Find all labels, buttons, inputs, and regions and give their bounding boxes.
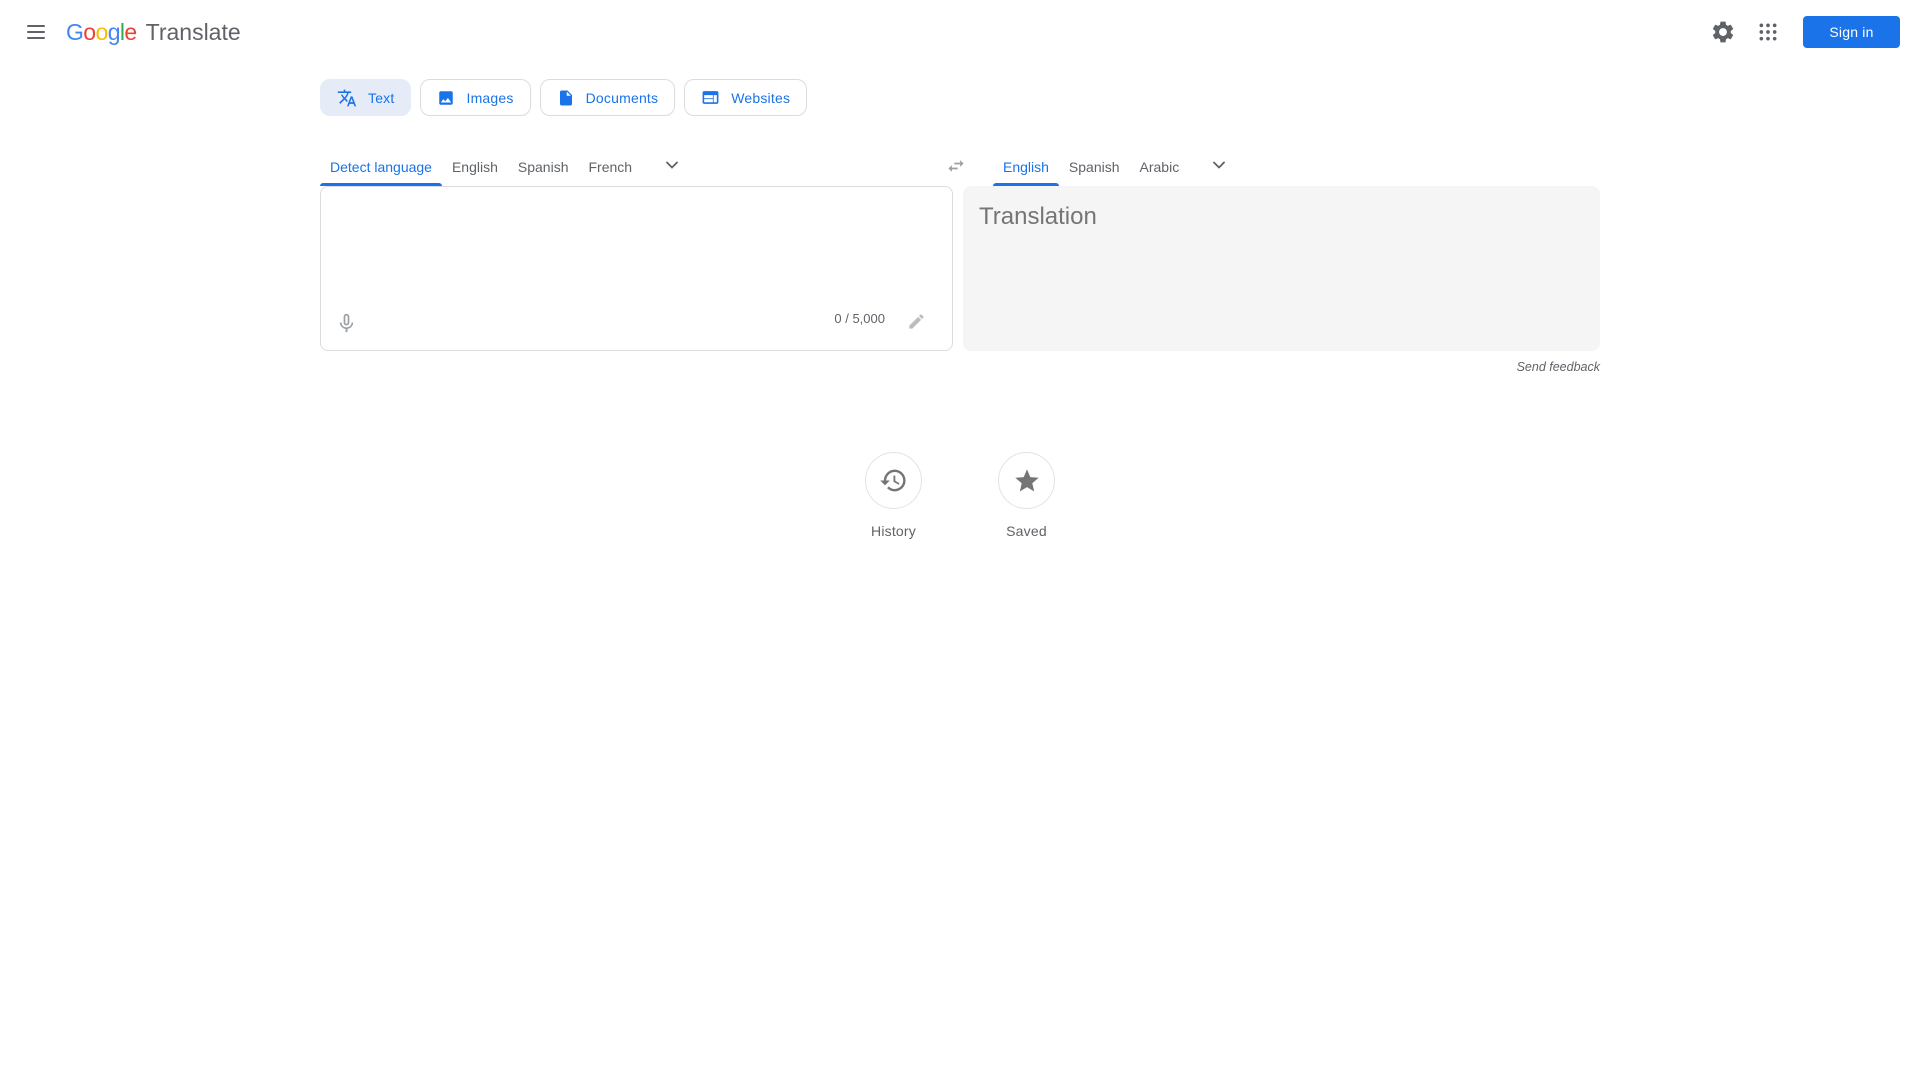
swap-languages-icon[interactable] <box>942 152 970 180</box>
translate-icon <box>337 89 357 106</box>
logo-letter: g <box>107 18 121 45</box>
microphone-icon[interactable] <box>332 309 360 337</box>
translation-placeholder: Translation <box>979 203 1097 230</box>
saved-label: Saved <box>1006 523 1047 539</box>
logo-letter: G <box>66 18 84 45</box>
star-icon <box>1014 468 1039 491</box>
history-circle <box>865 452 922 509</box>
translation-panels: 0 / 5,000 Translation <box>320 186 1600 351</box>
source-text-input[interactable] <box>338 199 883 294</box>
tab-label: Images <box>466 89 514 106</box>
tab-label: Text <box>368 89 395 106</box>
tab-label: Websites <box>731 89 791 106</box>
logo-product-name: Translate <box>145 18 241 45</box>
google-translate-logo[interactable]: G o o g l e Translate <box>66 19 241 46</box>
saved-button[interactable]: Saved <box>987 452 1067 539</box>
image-icon <box>439 90 454 105</box>
mode-tabs: Text Images Documents Websites <box>320 79 1600 116</box>
sign-in-button[interactable]: Sign in <box>1803 16 1900 48</box>
top-app-bar: G o o g l e Translate Sign in <box>0 0 1920 64</box>
tab-label: Documents <box>585 89 659 106</box>
source-lang-french[interactable]: French <box>578 147 642 186</box>
history-button[interactable]: History <box>854 452 934 539</box>
logo-letter: o <box>95 18 109 45</box>
target-lang-english[interactable]: English <box>993 147 1059 186</box>
document-icon <box>559 90 572 105</box>
target-more-languages-chevron-down-icon[interactable] <box>1213 147 1226 186</box>
target-language-tabs: English Spanish Arabic <box>963 147 1600 186</box>
tab-websites[interactable]: Websites <box>684 79 808 116</box>
google-apps-grid-icon[interactable] <box>1758 22 1778 42</box>
settings-gear-icon[interactable] <box>1710 19 1736 45</box>
source-more-languages-chevron-down-icon[interactable] <box>666 147 678 186</box>
hamburger-menu-icon[interactable] <box>27 25 45 39</box>
language-bar: Detect language English Spanish French E… <box>320 147 1600 186</box>
target-lang-arabic[interactable]: Arabic <box>1130 147 1190 186</box>
translation-output-panel: Translation <box>963 186 1600 351</box>
history-icon <box>880 469 906 492</box>
source-text-panel: 0 / 5,000 <box>320 186 953 351</box>
logo-letter: o <box>83 18 96 45</box>
source-language-tabs: Detect language English Spanish French <box>320 147 953 186</box>
tab-text[interactable]: Text <box>320 79 412 116</box>
tab-images[interactable]: Images <box>420 79 531 116</box>
logo-letter: e <box>124 18 137 45</box>
feedback-row: Send feedback <box>320 360 1600 374</box>
history-label: History <box>871 523 916 539</box>
target-lang-spanish[interactable]: Spanish <box>1059 147 1130 186</box>
website-icon <box>702 91 719 104</box>
header-actions: Sign in <box>1710 16 1900 48</box>
main-content: Text Images Documents Websites Detect la… <box>320 79 1600 539</box>
tab-documents[interactable]: Documents <box>539 79 676 116</box>
source-lang-spanish[interactable]: Spanish <box>508 147 579 186</box>
source-lang-english[interactable]: English <box>442 147 508 186</box>
send-feedback-link[interactable]: Send feedback <box>1517 360 1600 374</box>
handwriting-edit-icon[interactable] <box>903 308 929 334</box>
shortcuts: History Saved <box>320 452 1600 539</box>
character-counter: 0 / 5,000 <box>834 311 885 326</box>
source-lang-detect[interactable]: Detect language <box>320 147 442 186</box>
saved-circle <box>998 452 1055 509</box>
